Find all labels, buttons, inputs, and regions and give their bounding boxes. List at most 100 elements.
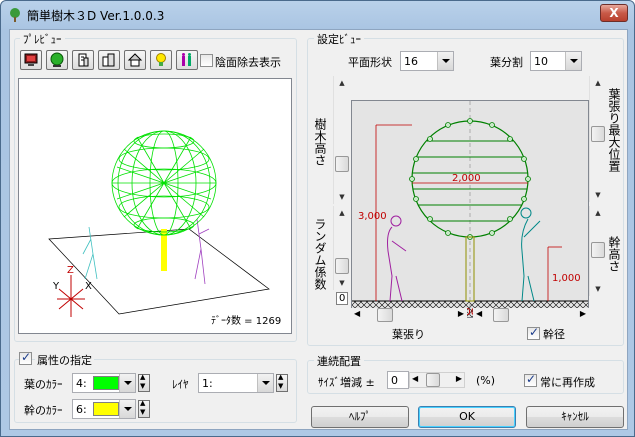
axis-y-label: Y	[52, 281, 60, 292]
trunk-color-value: 6:	[76, 403, 87, 416]
trunk-diameter-thumb[interactable]	[493, 308, 509, 322]
axis-indicator	[57, 275, 85, 317]
help-button[interactable]: ﾍﾙﾌﾟ	[311, 406, 409, 428]
layer-spinner[interactable]	[276, 373, 288, 392]
lightbulb-icon[interactable]	[150, 50, 172, 70]
leaf-max-pos-label: 葉張り最大位置	[607, 88, 621, 172]
tree-height-thumb[interactable]	[335, 156, 349, 172]
leaf-max-pos-scrollbar[interactable]: ▲ ▼	[589, 76, 606, 202]
leaf-division-combo[interactable]: 10	[530, 51, 582, 71]
data-count-text: ﾃﾞｰﾀ数 = 1269	[211, 314, 281, 327]
size-change-value: 0	[391, 374, 398, 387]
layer-label: ﾚｲﾔ	[172, 378, 189, 391]
scroll-left-arrow[interactable]: ◀	[354, 309, 360, 318]
hidden-line-label: 陰面除去表示	[215, 56, 281, 69]
leaf-division-value: 10	[534, 55, 548, 68]
title-bar[interactable]: 簡単樹木３D Ver.1.0.0.3 X	[1, 1, 634, 29]
chevron-down-icon[interactable]	[565, 52, 581, 70]
leaf-spread-scrollbar[interactable]: ◀ ▶	[351, 308, 467, 323]
tree-elevation-drawing: 2,000 3,000 1,000 100	[352, 101, 588, 318]
dialog-client: ﾌﾟﾚﾋﾞｭｰ 陰面除去表示 Z Y X ﾃﾞｰﾀ数 = 1269 ✓ ✓ 属性…	[9, 29, 628, 430]
attributes-label-overlay: 属性の指定	[35, 352, 94, 368]
trunk-height-scrollbar[interactable]: ▲ ▼	[589, 206, 606, 296]
preview-canvas[interactable]: Z Y X ﾃﾞｰﾀ数 = 1269	[18, 78, 292, 334]
settings-group-label: 設定ﾋﾞｭｰ	[314, 31, 364, 47]
size-change-label: ｻｲｽﾞ増減 ±	[318, 376, 375, 389]
random-coeff-label: ランダム係数	[313, 218, 327, 290]
hidden-line-checkbox[interactable]	[200, 54, 213, 67]
axis-x-label: X	[85, 281, 92, 292]
axis-z-label: Z	[67, 265, 74, 276]
trunk-height-thumb[interactable]	[591, 242, 605, 258]
leaf-division-label: 葉分割	[490, 56, 523, 69]
scroll-left-arrow[interactable]: ◀	[412, 374, 418, 383]
scroll-down-arrow[interactable]: ▼	[334, 190, 350, 204]
scroll-up-arrow[interactable]: ▲	[334, 206, 350, 220]
scroll-up-arrow[interactable]: ▲	[590, 76, 606, 90]
trunk-color-combo[interactable]: 6:	[72, 399, 136, 419]
trunk-diameter-scrollbar[interactable]: ◀ ▶	[473, 308, 589, 323]
leaf-spread-label: 葉張り	[392, 328, 425, 341]
attributes-checkbox-overlay[interactable]	[19, 350, 32, 365]
leaf-spread-thumb[interactable]	[377, 308, 393, 322]
close-button[interactable]: X	[600, 4, 628, 22]
window-title: 簡単樹木３D Ver.1.0.0.3	[27, 9, 165, 23]
cancel-button[interactable]: ｷｬﾝｾﾙ	[526, 406, 624, 428]
scroll-down-arrow[interactable]: ▼	[590, 188, 606, 202]
tree-height-label: 樹木高さ	[313, 118, 327, 166]
size-change-unit: (%)	[476, 374, 496, 387]
monitor-icon[interactable]	[20, 50, 42, 70]
plane-shape-label: 平面形状	[348, 56, 392, 69]
scroll-left-arrow[interactable]: ◀	[476, 309, 482, 318]
chevron-down-icon[interactable]	[119, 400, 135, 418]
always-recreate-checkbox[interactable]	[524, 372, 537, 387]
plane-shape-combo[interactable]: 16	[400, 51, 454, 71]
globe-icon[interactable]	[46, 50, 68, 70]
continuous-group-label: 連続配置	[314, 353, 364, 369]
leaf-color-spinner[interactable]	[138, 373, 150, 392]
scroll-down-arrow[interactable]: ▼	[590, 282, 606, 296]
scroll-right-arrow[interactable]: ▶	[456, 374, 462, 383]
size-change-input[interactable]: 0	[387, 371, 409, 389]
house-icon[interactable]	[124, 50, 146, 70]
dim-height-text: 3,000	[358, 211, 387, 222]
trunk-color-label: 幹のｶﾗｰ	[24, 404, 63, 417]
leaf-color-value: 4:	[76, 377, 87, 390]
trunk-color-spinner[interactable]	[138, 399, 150, 418]
leaf-color-label: 葉のｶﾗｰ	[24, 378, 63, 391]
size-change-thumb[interactable]	[426, 373, 440, 387]
dim-trunk-text: 1,000	[552, 273, 581, 284]
leaf-max-pos-thumb[interactable]	[591, 126, 605, 142]
trunk-height-label: 幹高さ	[607, 236, 621, 272]
people-icon[interactable]	[176, 50, 198, 70]
preview-group-label: ﾌﾟﾚﾋﾞｭｰ	[20, 31, 65, 47]
random-coeff-value: 0	[336, 292, 348, 305]
scroll-up-arrow[interactable]: ▲	[590, 206, 606, 220]
scroll-down-arrow[interactable]: ▼	[334, 276, 350, 290]
trunk-diameter-checkbox[interactable]	[527, 325, 540, 340]
design-view[interactable]: 2,000 3,000 1,000 100	[351, 100, 589, 318]
leaf-sphere	[111, 130, 217, 236]
building-icon[interactable]	[72, 50, 94, 70]
trunk-color-swatch	[93, 402, 119, 416]
always-recreate-label: 常に再作成	[540, 376, 595, 389]
buildings-icon[interactable]	[98, 50, 120, 70]
leaf-color-combo[interactable]: 4:	[72, 373, 136, 393]
tree-height-scrollbar[interactable]: ▲ ▼	[333, 76, 350, 204]
chevron-down-icon[interactable]	[119, 374, 135, 392]
chevron-down-icon[interactable]	[437, 52, 453, 70]
layer-value: 1:	[202, 377, 213, 390]
layer-combo[interactable]: 1:	[198, 373, 274, 393]
scroll-right-arrow[interactable]: ▶	[458, 309, 464, 318]
plane-shape-value: 16	[404, 55, 418, 68]
dialog-window: 簡単樹木３D Ver.1.0.0.3 X ﾌﾟﾚﾋﾞｭｰ 陰面除去表示 Z Y …	[0, 0, 635, 437]
tree-app-icon	[7, 7, 23, 23]
trunk-diameter-label: 幹径	[543, 328, 565, 341]
chevron-down-icon[interactable]	[257, 374, 273, 392]
scroll-right-arrow[interactable]: ▶	[580, 309, 586, 318]
scroll-up-arrow[interactable]: ▲	[334, 76, 350, 90]
ok-button[interactable]: OK	[418, 406, 516, 428]
random-coeff-thumb[interactable]	[335, 258, 349, 274]
random-coeff-scrollbar[interactable]: ▲ ▼	[333, 206, 350, 290]
size-change-scrollbar[interactable]: ◀ ▶	[409, 372, 465, 388]
